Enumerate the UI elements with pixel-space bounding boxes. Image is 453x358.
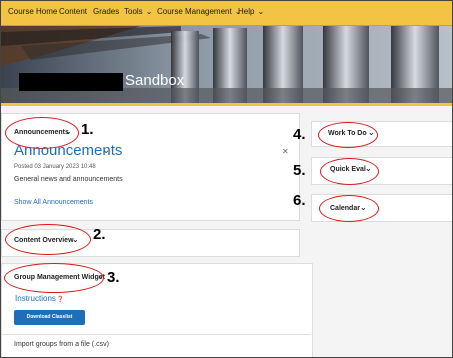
banner-photo bbox=[1, 26, 452, 103]
nav-tools-label: Tools bbox=[124, 7, 143, 16]
annotation-ellipse-5 bbox=[320, 158, 379, 185]
nav-help[interactable]: Help ⌄ bbox=[238, 7, 264, 16]
import-groups-text[interactable]: Import groups from a file (.csv) bbox=[14, 341, 109, 348]
annotation-number-2: 2. bbox=[93, 226, 106, 243]
close-icon[interactable]: ✕ bbox=[282, 147, 289, 156]
annotation-ellipse-2 bbox=[5, 224, 91, 255]
course-title: Sandbox bbox=[125, 72, 185, 89]
screenshot-frame: Course Home Content Grades Tools ⌄ Course… bbox=[0, 0, 453, 358]
show-all-announcements-link[interactable]: Show All Announcements bbox=[14, 199, 93, 206]
instructions-label: Instructions bbox=[15, 294, 56, 303]
chevron-down-icon[interactable]: ⌄ bbox=[102, 145, 110, 156]
announcement-body: General news and announcements bbox=[14, 176, 123, 183]
annotation-number-5: 5. bbox=[293, 162, 306, 179]
nav-tools[interactable]: Tools ⌄ bbox=[124, 7, 152, 16]
nav-content[interactable]: Content bbox=[59, 7, 87, 16]
nav-course-management-label: Course Management bbox=[157, 7, 232, 16]
annotation-ellipse-6 bbox=[319, 195, 379, 222]
nav-help-label: Help bbox=[238, 7, 255, 16]
nav-course-home[interactable]: Course Home bbox=[8, 7, 57, 16]
nav-course-management[interactable]: Course Management ⌄ bbox=[157, 7, 241, 16]
announcement-posted-date: Posted 03 January 2023 10:48 bbox=[14, 164, 96, 170]
info-icon: ❓ bbox=[56, 297, 65, 303]
banner-accent-bar bbox=[1, 103, 452, 106]
chevron-down-icon: ⌄ bbox=[257, 7, 265, 16]
download-classlist-button[interactable]: Download Classlist bbox=[14, 310, 85, 325]
annotation-number-4: 4. bbox=[293, 126, 306, 143]
annotation-ellipse-3 bbox=[4, 263, 104, 293]
annotation-number-6: 6. bbox=[293, 192, 306, 209]
divider bbox=[1, 334, 311, 335]
annotation-number-3: 3. bbox=[107, 269, 120, 286]
chevron-down-icon: ⌄ bbox=[145, 7, 153, 16]
instructions-link[interactable]: Instructions❓ bbox=[15, 294, 64, 303]
nav-grades[interactable]: Grades bbox=[93, 7, 119, 16]
annotation-ellipse-4 bbox=[318, 122, 378, 148]
redacted-course-name bbox=[19, 73, 123, 91]
annotation-number-1: 1. bbox=[81, 121, 94, 138]
course-banner-image: Sandbox bbox=[1, 26, 452, 103]
course-navbar: Course Home Content Grades Tools ⌄ Course… bbox=[1, 1, 452, 26]
